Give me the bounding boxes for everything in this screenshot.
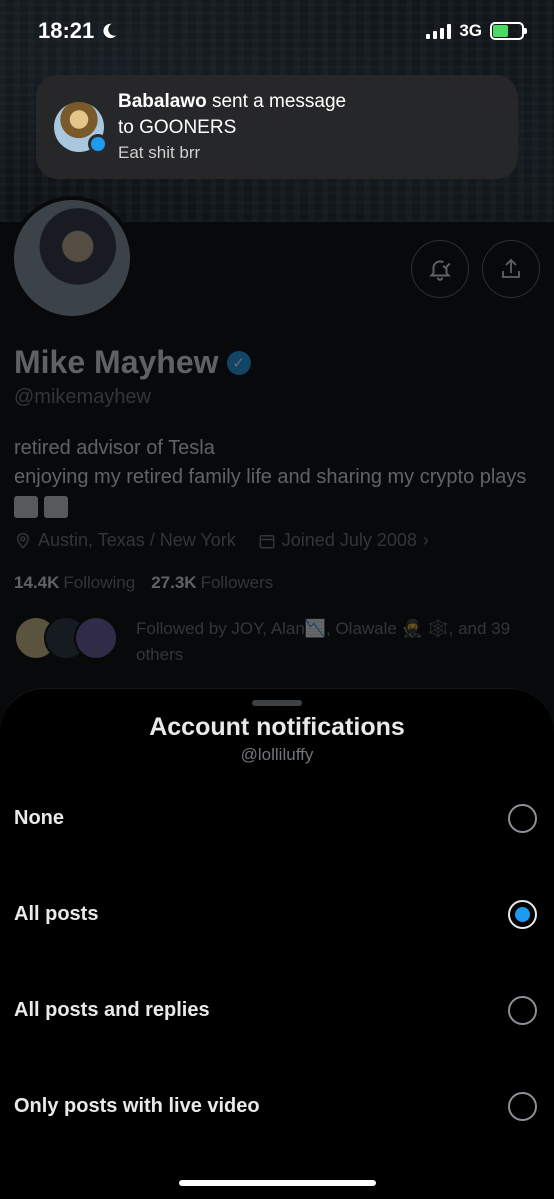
option-label: Only posts with live video	[14, 1094, 260, 1117]
radio-button[interactable]	[508, 803, 537, 833]
notification-title: Babalawo sent a message	[118, 90, 346, 114]
joined-item[interactable]: Joined July 2008 ›	[258, 530, 429, 551]
sheet-title: Account notifications	[149, 713, 405, 741]
joined-text: Joined July 2008	[281, 530, 417, 550]
location-item: Austin, Texas / New York	[14, 530, 236, 551]
chevron-right-icon: ›	[422, 530, 429, 550]
network-type: 3G	[459, 21, 482, 40]
followers-link[interactable]: 27.3K Followers	[151, 573, 273, 593]
option-label: None	[14, 806, 64, 829]
signal-icon	[426, 23, 452, 39]
location-text: Austin, Texas / New York	[38, 530, 236, 550]
profile-name: Mike Mayhew ✓	[14, 344, 251, 381]
following-link[interactable]: 14.4K Following	[14, 573, 135, 593]
moon-icon	[103, 23, 117, 39]
profile-stats: 14.4K Following 27.3K Followers	[14, 573, 273, 593]
profile-meta: Austin, Texas / New York Joined July 200…	[14, 530, 429, 551]
calendar-icon	[259, 534, 275, 548]
profile-bio: retired advisor of Tesla enjoying my ret…	[14, 434, 534, 521]
option-label: All posts	[14, 902, 99, 925]
followed-by-text: Followed by JOY, Alan📉, Olawale 🥷 🕸️, an…	[136, 619, 511, 664]
account-notifications-sheet: Account notifications @lolliluffy None A…	[0, 689, 554, 1199]
notification-bell-button[interactable]	[411, 240, 469, 298]
option-live-video[interactable]: Only posts with live video	[0, 1071, 554, 1141]
unread-dot-icon	[88, 134, 108, 154]
option-all-posts-and-replies[interactable]: All posts and replies	[0, 975, 554, 1045]
home-indicator[interactable]	[179, 1180, 376, 1186]
location-pin-icon	[16, 532, 30, 549]
sheet-subtitle: @lolliluffy	[240, 745, 314, 764]
radio-button[interactable]	[508, 1091, 537, 1121]
notification-action: sent a message	[206, 91, 347, 112]
notification-target: to GOONERS	[118, 117, 237, 138]
radio-button[interactable]	[508, 995, 537, 1025]
verified-badge-icon[interactable]: ✓	[226, 350, 251, 375]
time-text: 18:21	[38, 18, 95, 43]
bio-line: enjoying my retired family life and shar…	[14, 463, 534, 521]
status-time: 18:21	[38, 18, 118, 44]
chart-emoji-icon	[14, 495, 68, 518]
notification-sender: Babalawo	[118, 91, 207, 112]
option-all-posts[interactable]: All posts	[0, 879, 554, 949]
option-none[interactable]: None	[0, 783, 554, 853]
radio-button-selected[interactable]	[508, 899, 537, 929]
profile-name-text: Mike Mayhew	[14, 344, 219, 380]
bell-check-icon	[428, 260, 452, 281]
message-notification[interactable]: Babalawo sent a message to GOONERS Eat s…	[36, 75, 518, 179]
status-bar: 18:21 3G	[0, 0, 554, 62]
profile-avatar[interactable]	[10, 196, 134, 320]
bio-line: retired advisor of Tesla	[14, 437, 215, 459]
sheet-grabber[interactable]	[252, 700, 302, 706]
notification-avatar	[54, 102, 108, 154]
profile-handle: @mikemayhew	[14, 386, 152, 408]
status-icons: 3G	[426, 21, 527, 41]
battery-charging-icon	[490, 22, 527, 40]
followed-by[interactable]: Followed by JOY, Alan📉, Olawale 🥷 🕸️, an…	[14, 616, 536, 668]
share-icon	[502, 258, 520, 278]
notification-body: Eat shit brr	[118, 143, 201, 162]
option-label: All posts and replies	[14, 998, 210, 1021]
follower-avatars	[14, 616, 118, 660]
share-button[interactable]	[482, 240, 540, 298]
